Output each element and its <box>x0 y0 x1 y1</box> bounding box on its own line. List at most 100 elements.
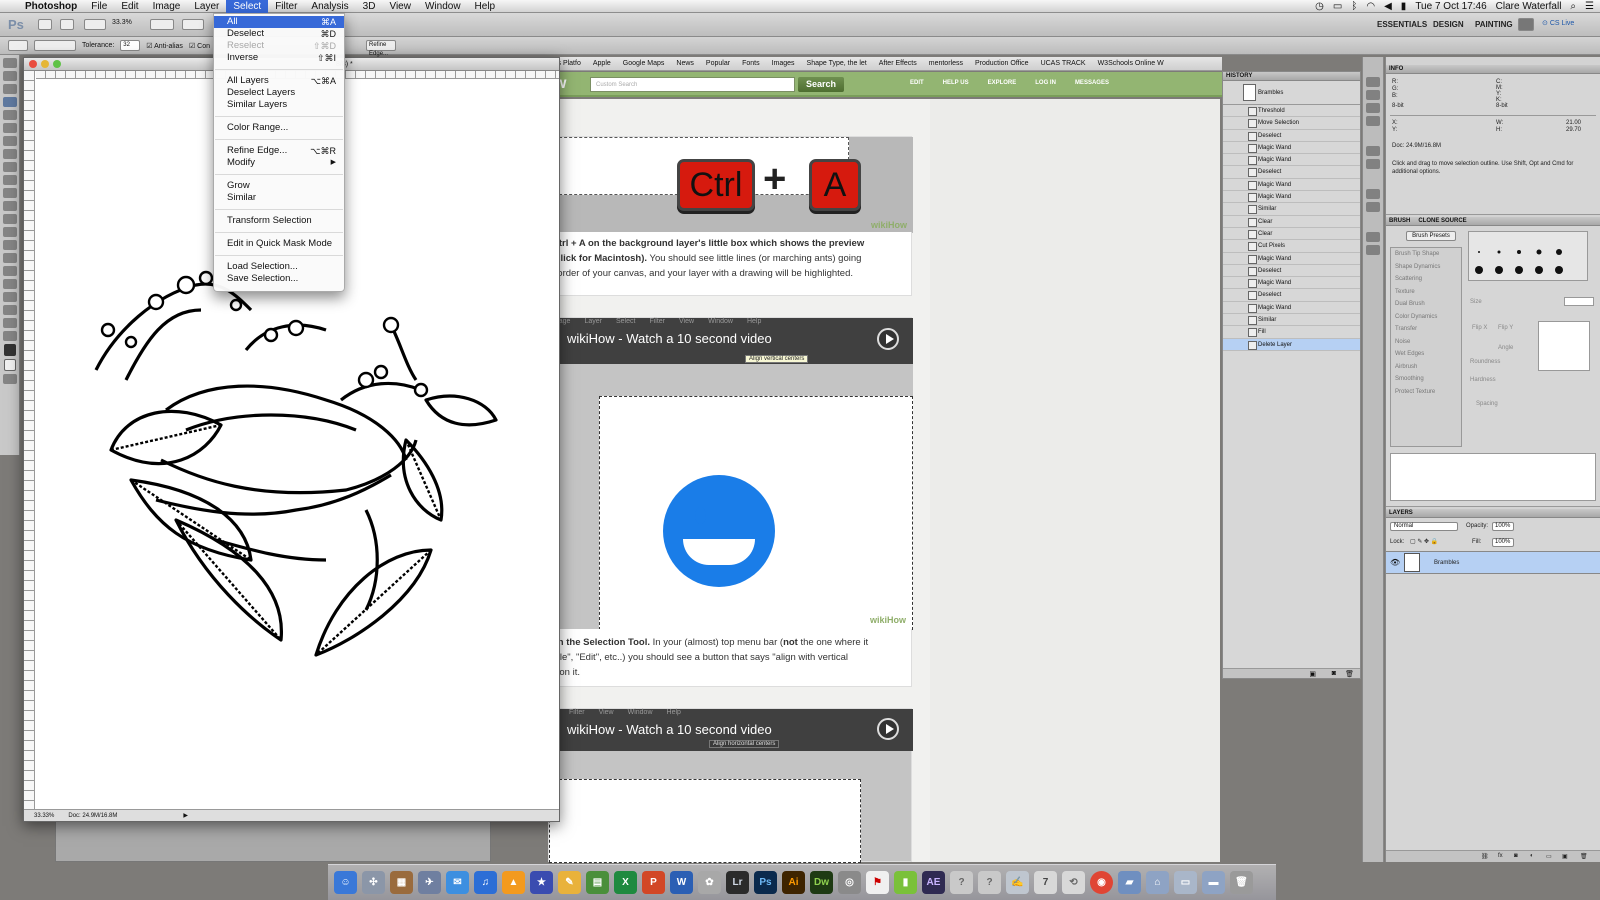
nav-messages[interactable]: MESSAGES <box>1075 80 1109 86</box>
zoom-level[interactable]: 33.3% <box>112 19 132 26</box>
zoom-tool-icon[interactable] <box>2 331 17 341</box>
trash-icon[interactable]: 🗑 <box>1345 670 1354 678</box>
quick-mask-icon[interactable] <box>2 374 17 384</box>
brush-angle-preview[interactable] <box>1538 321 1590 371</box>
menu-item-transform-selection[interactable]: Transform Selection <box>214 215 344 227</box>
applications-folder-icon[interactable]: ▰ <box>1118 871 1141 894</box>
screen-mode-button[interactable] <box>182 19 204 30</box>
history-state[interactable]: Deselect <box>1223 265 1360 278</box>
search-input[interactable]: Custom Search <box>590 77 795 92</box>
refine-edge-button[interactable]: Refine Edge... <box>366 40 397 57</box>
acrobat-icon[interactable]: ⚑ <box>866 871 889 894</box>
history-state[interactable]: Magic Wand <box>1223 253 1360 265</box>
battery-icon[interactable]: ▮ <box>1401 1 1407 12</box>
mission-control-icon[interactable]: ▦ <box>390 871 413 894</box>
word-icon[interactable]: W <box>670 871 693 894</box>
bookmark-item[interactable]: W3Schools Online W <box>1098 60 1164 67</box>
launchpad-icon[interactable]: ✈ <box>418 871 441 894</box>
menu-3d[interactable]: 3D <box>356 0 383 13</box>
chrome-icon[interactable]: ◉ <box>1090 871 1113 894</box>
menu-image[interactable]: Image <box>146 0 188 13</box>
menu-layer[interactable]: Layer <box>187 0 226 13</box>
crop-tool-icon[interactable] <box>2 110 17 120</box>
photoshop-icon[interactable]: Ps <box>754 871 777 894</box>
brush-option[interactable]: Smoothing <box>1391 373 1461 386</box>
size-input[interactable] <box>1564 297 1594 306</box>
brush-option[interactable]: Noise <box>1391 336 1461 349</box>
finder-icon[interactable]: ☺ <box>334 871 357 894</box>
menu-item-inverse[interactable]: Inverse ⇧⌘I <box>214 52 344 64</box>
history-snapshot[interactable]: Brambles <box>1223 81 1360 105</box>
history-panel-icon[interactable] <box>1366 77 1380 87</box>
selection-mode-buttons[interactable] <box>34 40 76 51</box>
history-brush-tool-icon[interactable] <box>2 175 17 185</box>
calendar-icon[interactable]: 7 <box>1034 871 1057 894</box>
menu-item-load-selection[interactable]: Load Selection... <box>214 261 344 273</box>
mask-icon[interactable]: ◙ <box>1514 853 1518 859</box>
pen-tool-icon[interactable] <box>2 240 17 250</box>
evernote-icon[interactable]: ▮ <box>894 871 917 894</box>
zoom-status[interactable]: 33.33% <box>34 813 54 819</box>
dreamweaver-icon[interactable]: Dw <box>810 871 833 894</box>
history-state[interactable]: Cut Pixels <box>1223 240 1360 253</box>
tolerance-input[interactable]: 32 <box>120 40 141 51</box>
volume-icon[interactable]: ◀ <box>1384 1 1392 12</box>
brush-option[interactable]: Airbrush <box>1391 361 1461 374</box>
actions-panel-icon[interactable] <box>1366 90 1380 100</box>
eraser-tool-icon[interactable] <box>2 188 17 198</box>
numbers-icon[interactable]: ▤ <box>586 871 609 894</box>
new-layer-icon[interactable]: ▣ <box>1562 853 1568 860</box>
menu-item-quick-mask[interactable]: Edit in Quick Mask Mode <box>214 238 344 250</box>
user-name[interactable]: Clare Waterfall <box>1496 1 1562 12</box>
layer-name[interactable]: Brambles <box>1434 560 1459 566</box>
trash-icon[interactable]: 🗑 <box>1230 871 1253 894</box>
bluetooth-icon[interactable]: ᛒ <box>1351 1 1357 12</box>
tool-preset-picker[interactable] <box>8 40 28 51</box>
itunes-icon[interactable]: ♫ <box>474 871 497 894</box>
flip-x-checkbox[interactable]: Flip X <box>1472 325 1487 331</box>
brush-tool-icon[interactable] <box>2 149 17 159</box>
arrange-button[interactable] <box>150 19 174 30</box>
fx-icon[interactable]: fx <box>1498 853 1503 859</box>
history-state[interactable]: Magic Wand <box>1223 191 1360 204</box>
history-state[interactable]: Similar <box>1223 314 1360 327</box>
brush-option[interactable]: Protect Texture <box>1391 386 1461 399</box>
display-icon[interactable]: ▭ <box>1333 1 1342 12</box>
clone-source-icon[interactable] <box>1366 245 1380 255</box>
bookmark-item[interactable]: After Effects <box>879 60 917 67</box>
search-button[interactable]: Search <box>798 77 844 92</box>
menu-item-deselect-layers[interactable]: Deselect Layers <box>214 87 344 99</box>
history-state[interactable]: Deselect <box>1223 166 1360 179</box>
menu-item-similar-layers[interactable]: Similar Layers <box>214 99 344 111</box>
snapshot-icon[interactable]: ◙ <box>1332 670 1336 677</box>
bookmark-item[interactable]: Images <box>772 60 795 67</box>
history-state-selected[interactable]: Delete Layer <box>1223 338 1360 351</box>
pages-icon[interactable]: ✎ <box>558 871 581 894</box>
menu-item-save-selection[interactable]: Save Selection... <box>214 273 344 285</box>
tab-clone-source[interactable]: CLONE SOURCE <box>1418 217 1466 225</box>
swatches-panel-icon[interactable] <box>1366 146 1380 156</box>
nav-log-in[interactable]: LOG IN <box>1035 80 1056 86</box>
dodge-tool-icon[interactable] <box>2 227 17 237</box>
contiguous-checkbox[interactable]: ☑ Con <box>189 42 210 50</box>
opacity-input[interactable]: 100% <box>1492 522 1514 531</box>
adjustment-icon[interactable]: ◐ <box>1530 853 1534 859</box>
menu-file[interactable]: File <box>84 0 114 13</box>
history-state[interactable]: Clear <box>1223 228 1360 241</box>
timemachine-icon[interactable]: ◷ <box>1315 1 1324 12</box>
lock-icons[interactable]: ▢ ✎ ✥ 🔒 <box>1410 538 1438 545</box>
video-1[interactable]: Image Layer Select Filter View Window He… <box>548 317 913 630</box>
help-icon[interactable]: ? <box>950 871 973 894</box>
menu-item-grow[interactable]: Grow <box>214 180 344 192</box>
fill-input[interactable]: 100% <box>1492 538 1514 547</box>
styles-panel-icon[interactable] <box>1366 159 1380 169</box>
bookmark-item[interactable]: Google Maps <box>623 60 665 67</box>
brush-option[interactable]: Texture <box>1391 286 1461 299</box>
bookmark-item[interactable]: Shape Type, the let <box>807 60 867 67</box>
vlc-icon[interactable]: ▲ <box>502 871 525 894</box>
adjustments-panel-icon[interactable] <box>1366 103 1380 113</box>
history-state[interactable]: Deselect <box>1223 130 1360 142</box>
history-state[interactable]: Threshold <box>1223 105 1360 118</box>
textedit-icon[interactable]: ✍ <box>1006 871 1029 894</box>
after-effects-icon[interactable]: AE <box>922 871 945 894</box>
